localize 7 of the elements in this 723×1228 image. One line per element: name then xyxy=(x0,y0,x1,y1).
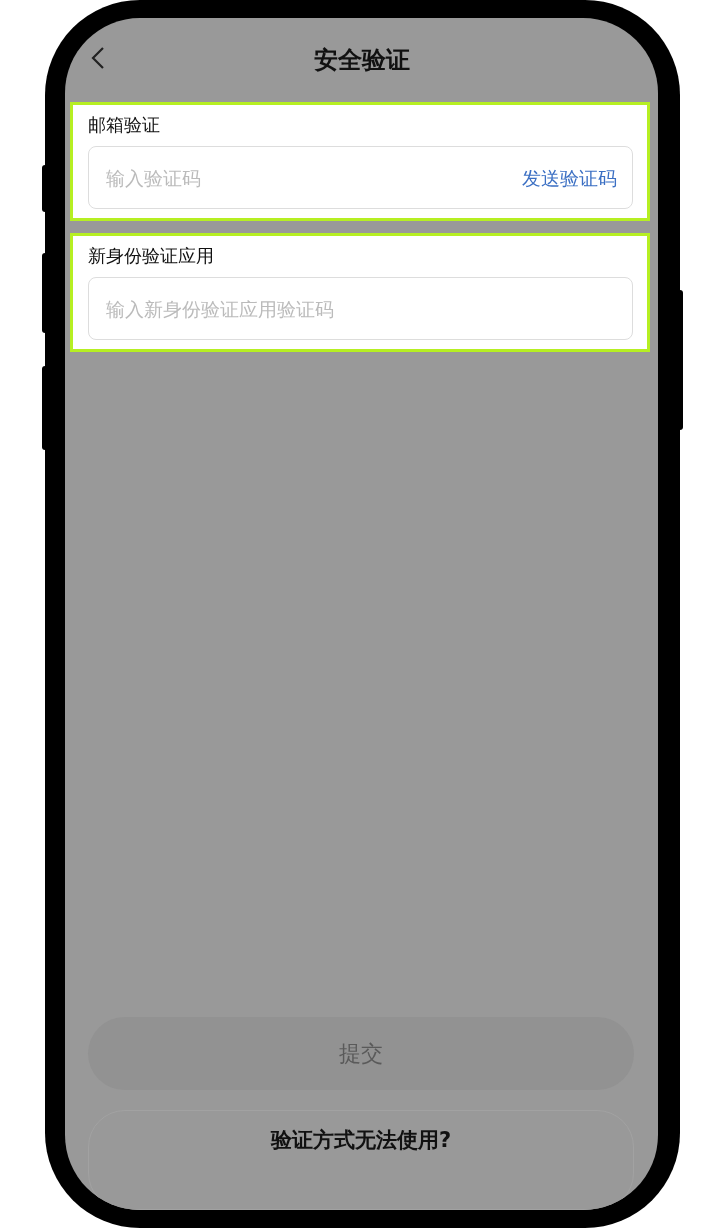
help-button[interactable]: 验证方式无法使用? xyxy=(88,1110,634,1210)
code-input-field[interactable]: 输入新身份验证应用验证码 xyxy=(88,277,633,340)
section-label: 新身份验证应用 xyxy=(88,244,215,268)
section-label: 邮箱验证 xyxy=(88,113,161,137)
back-icon[interactable] xyxy=(91,46,105,70)
send-code-link[interactable]: 发送验证码 xyxy=(522,163,617,192)
page-title: 安全验证 xyxy=(313,45,410,76)
